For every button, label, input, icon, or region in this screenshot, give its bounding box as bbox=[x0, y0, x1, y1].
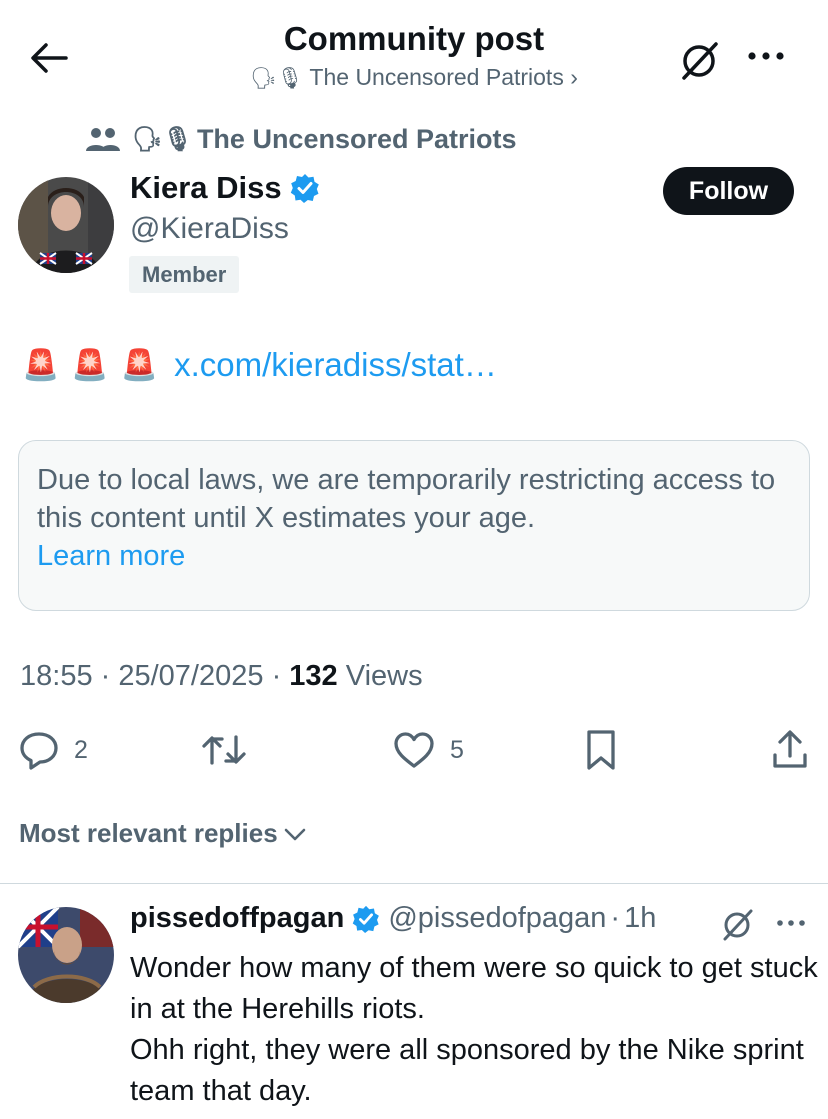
community-line-name: The Uncensored Patriots bbox=[196, 124, 517, 154]
siren-emoji: 🚨 bbox=[71, 348, 109, 382]
reply-grok-button[interactable] bbox=[718, 904, 758, 944]
avatar-image bbox=[18, 177, 114, 273]
like-icon bbox=[394, 732, 434, 768]
grok-button[interactable] bbox=[676, 38, 724, 82]
more-options-button[interactable] bbox=[742, 36, 790, 76]
siren-emoji: 🚨 bbox=[120, 348, 159, 382]
reply-icon bbox=[20, 732, 58, 770]
verified-icon bbox=[290, 174, 319, 203]
post-text: 🚨 🚨 🚨 x.com/kieradiss/stat… bbox=[22, 346, 497, 384]
views-count: 132 bbox=[289, 660, 338, 692]
author-name-row[interactable]: Kiera Diss bbox=[130, 170, 320, 206]
reply-count: 2 bbox=[74, 735, 88, 764]
reply-button[interactable]: 2 bbox=[18, 728, 88, 772]
reply-time[interactable]: 1h bbox=[624, 902, 656, 935]
reply-dot: · bbox=[610, 902, 621, 934]
author-handle[interactable]: @KieraDiss bbox=[130, 212, 289, 246]
chevron-down-icon bbox=[284, 828, 305, 840]
grok-icon bbox=[682, 42, 718, 80]
reply-avatar-image bbox=[18, 907, 114, 1003]
views-label: Views bbox=[345, 660, 423, 692]
replies-sort-label: Most relevant replies bbox=[19, 818, 278, 848]
verified-icon bbox=[353, 905, 380, 933]
community-emoji: 🗣🎙 bbox=[250, 67, 304, 90]
community-link-name: The Uncensored Patriots bbox=[309, 64, 564, 90]
meta-separator: · bbox=[263, 660, 290, 692]
author-name: Kiera Diss bbox=[130, 170, 282, 205]
post-link[interactable]: x.com/kieradiss/stat… bbox=[174, 346, 497, 384]
member-badge: Member bbox=[129, 256, 240, 293]
follow-button[interactable]: Follow bbox=[663, 167, 794, 215]
reply-text: Wonder how many of them were so quick to… bbox=[130, 948, 820, 1112]
like-count: 5 bbox=[450, 735, 464, 764]
community-context[interactable]: 🗣🎙 The Uncensored Patriots bbox=[84, 124, 517, 155]
grok-icon bbox=[723, 909, 753, 941]
post-meta: 18:55 · 25/07/2025 · 132 Views bbox=[20, 660, 423, 693]
bookmark-icon bbox=[587, 730, 615, 770]
replies-sort-dropdown[interactable]: Most relevant replies bbox=[19, 818, 308, 849]
community-line-emoji: 🗣🎙 bbox=[132, 126, 193, 153]
repost-button[interactable] bbox=[200, 728, 248, 772]
siren-emoji: 🚨 bbox=[22, 348, 60, 382]
more-icon bbox=[748, 52, 784, 60]
reply-text-line: Ohh right, they were all sponsored by th… bbox=[130, 1034, 804, 1107]
age-restriction-notice: Due to local laws, we are temporarily re… bbox=[18, 440, 810, 611]
post-date: 25/07/2025 bbox=[118, 660, 264, 692]
share-button[interactable] bbox=[770, 728, 810, 772]
bookmark-button[interactable] bbox=[584, 728, 618, 772]
meta-separator: · bbox=[92, 660, 119, 692]
divider bbox=[0, 883, 828, 884]
reply-more-button[interactable] bbox=[772, 906, 812, 940]
more-icon bbox=[777, 920, 805, 926]
share-icon bbox=[773, 730, 807, 768]
reply-author-handle[interactable]: @pissedofpagan bbox=[388, 902, 606, 935]
reply-author-avatar[interactable] bbox=[18, 907, 114, 1003]
reply-author-name[interactable]: pissedoffpagan bbox=[130, 902, 344, 935]
reply-text-line: Wonder how many of them were so quick to… bbox=[130, 952, 818, 1025]
chevron-right-icon: › bbox=[570, 64, 578, 90]
post-time: 18:55 bbox=[20, 660, 93, 692]
like-button[interactable]: 5 bbox=[392, 728, 464, 772]
notice-text: Due to local laws, we are temporarily re… bbox=[37, 464, 776, 534]
repost-icon bbox=[202, 735, 246, 765]
learn-more-link[interactable]: Learn more bbox=[37, 540, 185, 572]
author-avatar[interactable] bbox=[18, 177, 114, 273]
reply-header: pissedoffpagan @pissedofpagan · 1h bbox=[130, 902, 656, 935]
community-icon bbox=[86, 127, 120, 151]
